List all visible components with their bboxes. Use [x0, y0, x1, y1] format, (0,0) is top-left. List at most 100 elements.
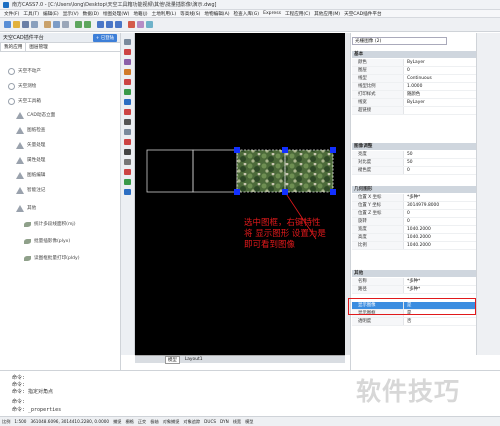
login-button[interactable]: + 已登陆: [92, 33, 117, 42]
prop-row[interactable]: 超链接: [352, 107, 476, 115]
grip-handle[interactable]: [282, 189, 288, 195]
tab-layout1[interactable]: Layout1: [183, 357, 205, 362]
frame-1[interactable]: [146, 149, 194, 193]
tree-item-batch-print[interactable]: 读图框批量打印(pldy): [24, 253, 80, 263]
menu-draw[interactable]: 绘图处理(W): [103, 11, 130, 17]
tree-item-attribute[interactable]: 属性处理: [16, 155, 45, 165]
prop-row[interactable]: 位置 Y 坐标 3014979.8000: [352, 202, 476, 210]
prop-row[interactable]: 打印样式 随颜色: [352, 91, 476, 99]
grip-handle[interactable]: [282, 147, 288, 153]
zoom-window-icon[interactable]: [115, 21, 122, 28]
prop-row[interactable]: 透明度否: [352, 318, 476, 326]
menu-express[interactable]: Express: [263, 11, 281, 16]
tree-item-other[interactable]: 其他: [16, 203, 36, 213]
prop-row[interactable]: 名称 *多种*: [352, 278, 476, 286]
grid-toggle[interactable]: 栅格: [125, 419, 133, 425]
mtext-icon[interactable]: [124, 169, 131, 175]
properties-icon[interactable]: [128, 21, 135, 28]
grip-handle[interactable]: [330, 189, 336, 195]
line-icon[interactable]: [124, 39, 131, 45]
lineweight-toggle[interactable]: 线宽: [233, 419, 241, 425]
menu-tools[interactable]: 工具(T): [23, 11, 39, 17]
object-type-select[interactable]: 光栅图像 (2): [352, 37, 447, 45]
pan-icon[interactable]: [97, 21, 104, 28]
new-icon[interactable]: [4, 21, 11, 28]
menu-landuse[interactable]: 土地利用(L): [152, 11, 177, 17]
spline-icon[interactable]: [124, 99, 131, 105]
table-icon[interactable]: [124, 159, 131, 165]
prop-row[interactable]: 路径 *多种*: [352, 286, 476, 294]
scale-value[interactable]: 1:500: [14, 419, 26, 424]
prop-row[interactable]: 颜色 ByLayer: [352, 59, 476, 67]
rectangle-icon[interactable]: [124, 69, 131, 75]
prop-row[interactable]: 位置 X 坐标 *多种*: [352, 194, 476, 202]
polygon-icon[interactable]: [124, 59, 131, 65]
tab-my-apps[interactable]: 我的应用: [0, 42, 27, 51]
otrack-toggle[interactable]: 对象追踪: [183, 419, 200, 425]
menu-feature-edit[interactable]: 地物编辑(A): [204, 11, 229, 17]
ortho-toggle[interactable]: 正交: [138, 419, 146, 425]
tree-item-toolbox[interactable]: 天空工具箱: [8, 96, 41, 106]
menu-check[interactable]: 检查入库(G): [234, 11, 260, 17]
prop-row[interactable]: 线型 Continuous: [352, 75, 476, 83]
layer-icon[interactable]: [137, 21, 144, 28]
tree-item-vector[interactable]: 矢量处理: [16, 140, 45, 150]
hatch-icon[interactable]: [124, 139, 131, 145]
menu-edit[interactable]: 编辑(E): [43, 11, 59, 17]
menu-view[interactable]: 显示(V): [63, 11, 79, 17]
tab-model[interactable]: 模型: [165, 355, 180, 364]
save-icon[interactable]: [22, 21, 29, 28]
grip-handle[interactable]: [234, 147, 240, 153]
grip-handle[interactable]: [330, 147, 336, 153]
section-geometry[interactable]: 几何图形: [352, 186, 476, 193]
snap-toggle[interactable]: 捕捉: [113, 419, 121, 425]
osnap-toggle[interactable]: 对象捕捉: [163, 419, 180, 425]
tab-layer-manage[interactable]: 图层管理: [26, 43, 50, 51]
prop-row[interactable]: 对比度 50: [352, 159, 476, 167]
section-image-adjust[interactable]: 图像调整: [352, 143, 476, 150]
open-icon[interactable]: [13, 21, 20, 28]
menu-other[interactable]: 其他应用(M): [314, 11, 340, 17]
grip-handle[interactable]: [234, 189, 240, 195]
prop-row[interactable]: 图层 0: [352, 67, 476, 75]
prop-row[interactable]: 线型比例 1.0000: [352, 83, 476, 91]
tree-item-facade[interactable]: CAD动态立面: [16, 110, 55, 120]
undo-icon[interactable]: [75, 21, 82, 28]
drawing-canvas[interactable]: [135, 33, 345, 355]
menu-plugin[interactable]: 天空CAD插件平台: [344, 11, 381, 17]
arc-icon[interactable]: [124, 79, 131, 85]
dyn-toggle[interactable]: DYN: [220, 419, 229, 424]
prop-row[interactable]: 褪色度 0: [352, 167, 476, 175]
rotate-icon[interactable]: [124, 189, 131, 195]
section-other[interactable]: 其他: [352, 270, 476, 277]
tree-item-drawing-edit[interactable]: 图纸编辑: [16, 170, 45, 180]
menu-engineering[interactable]: 工程应用(C): [285, 11, 310, 17]
print-icon[interactable]: [31, 21, 38, 28]
copy-icon[interactable]: [53, 21, 60, 28]
model-toggle[interactable]: 模型: [245, 419, 253, 425]
tree-item-annotation[interactable]: 智能注记: [16, 185, 45, 195]
zoom-icon[interactable]: [106, 21, 113, 28]
paste-icon[interactable]: [62, 21, 69, 28]
menu-cadastre[interactable]: 地籍(J): [133, 11, 147, 17]
prop-row[interactable]: 亮度 50: [352, 151, 476, 159]
menu-data[interactable]: 数据(D): [83, 11, 99, 17]
point-icon[interactable]: [124, 129, 131, 135]
section-basic[interactable]: 基本: [352, 51, 476, 58]
circle-icon[interactable]: [124, 89, 131, 95]
region-icon[interactable]: [124, 149, 131, 155]
help-icon[interactable]: [146, 21, 153, 28]
menu-file[interactable]: 文件(F): [4, 11, 19, 17]
frame-2[interactable]: [192, 149, 238, 193]
tree-item-survey[interactable]: 天空测绘: [8, 81, 36, 91]
tree-item-batch-image[interactable]: 批量插影像(plyx): [24, 236, 70, 246]
tree-item-realestate[interactable]: 天空不动产: [8, 66, 41, 76]
prop-row[interactable]: 比例 1040.2000: [352, 242, 476, 250]
command-current-line[interactable]: 命令: _properties: [12, 406, 61, 413]
block-icon[interactable]: [124, 119, 131, 125]
prop-row[interactable]: 位置 Z 坐标 0: [352, 210, 476, 218]
tree-item-polyline-area[interactable]: 统计多段线面积(mj): [24, 219, 76, 229]
ducs-toggle[interactable]: DUCS: [204, 419, 216, 424]
tree-item-drawing-check[interactable]: 图纸检查: [16, 125, 45, 135]
ellipse-icon[interactable]: [124, 109, 131, 115]
